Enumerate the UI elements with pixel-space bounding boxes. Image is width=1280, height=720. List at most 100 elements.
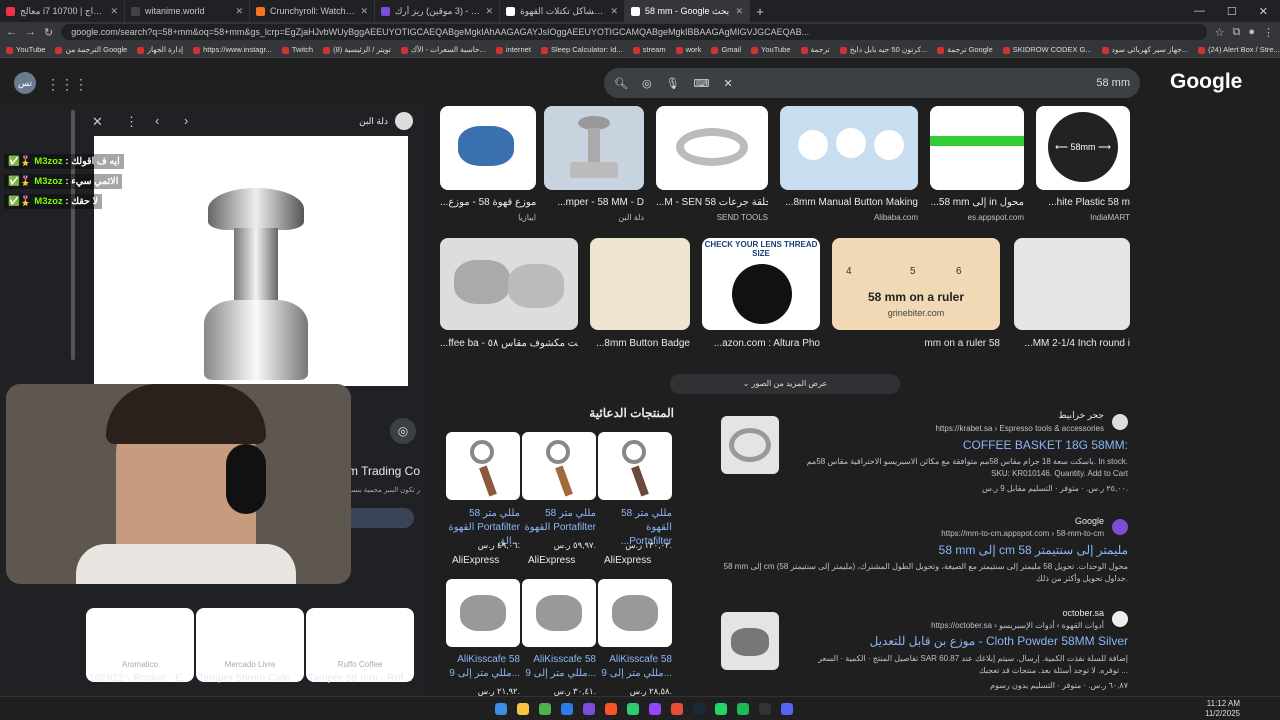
edge-icon[interactable] [561,702,573,715]
product-card[interactable] [598,432,672,500]
tab-2[interactable]: Crunchyroll: Watch Popular Anime✕ [250,0,375,22]
clear-icon[interactable]: ✕ [723,77,732,90]
related-product-image[interactable] [306,608,414,682]
menu-icon[interactable]: ⋮ [1263,26,1274,39]
tab-0[interactable]: معالج i7 10700 | موقع حراج✕ [0,0,125,22]
app-icon[interactable] [759,702,771,715]
minimize-icon[interactable]: — [1194,5,1205,18]
windows-start-icon[interactable] [495,702,507,715]
reload-icon[interactable]: ↻ [44,26,53,39]
image-result[interactable] [930,106,1024,190]
image-result[interactable]: ⟵ 58mm ⟶ [1036,106,1130,190]
extensions-icon[interactable]: ⧉ [1232,26,1240,39]
bookmark-item[interactable]: internet [495,45,531,54]
preview-image[interactable] [94,136,408,386]
close-window-icon[interactable]: ✕ [1259,5,1268,18]
image-result[interactable] [440,106,536,190]
result-thumbnail[interactable] [721,416,779,474]
next-icon[interactable]: › [184,113,188,128]
spotify-icon[interactable] [737,702,749,715]
source-site[interactable]: دلة البن [300,116,388,127]
image-result[interactable] [656,106,768,190]
clock[interactable]: 11:12 AM 11/2/2025 [1205,699,1280,719]
whatsapp-icon[interactable] [715,702,727,715]
chrome-icon[interactable] [539,702,551,715]
image-result[interactable] [780,106,918,190]
bookmark-item[interactable]: YouTube [6,45,45,54]
bookmark-item[interactable]: حاسبة السعرات - الأك... [400,45,486,54]
close-icon[interactable]: ✕ [610,6,618,17]
tab-3[interactable]: انقليشمن ماك - (3 موقين) ريز أرك✕ [375,0,500,22]
lens-icon[interactable]: ◎ [642,77,652,90]
close-icon[interactable]: ✕ [235,6,243,17]
close-icon[interactable]: ✕ [360,6,368,17]
product-card[interactable] [446,432,520,500]
bookmark-item[interactable]: ترجمة Google [937,45,993,54]
search-icon[interactable]: 🔍︎ [614,77,628,90]
google-logo[interactable]: Google [1170,70,1242,94]
discord-icon[interactable] [781,702,793,715]
twitch-icon[interactable] [649,702,661,715]
more-options-icon[interactable]: ⋮ [125,114,138,130]
app-icon[interactable] [627,702,639,715]
close-icon[interactable]: ✕ [485,6,493,17]
forward-icon[interactable]: → [25,26,36,38]
profile-icon[interactable]: ● [1248,26,1255,38]
result-thumbnail[interactable] [721,612,779,670]
bookmark-icon [281,46,289,54]
microphone-icon[interactable]: 🎙︎ [666,77,680,90]
keyboard-icon[interactable]: ⌨ [694,77,710,90]
app-icon[interactable] [671,702,683,715]
bookmark-item[interactable]: https://www.instagr... [193,45,272,54]
star-icon[interactable]: ☆ [1215,26,1225,39]
bookmark-item[interactable]: Sleep Calculator: Id... [540,45,623,54]
bookmark-item[interactable]: تويتر / الرئيسية (8) [323,45,391,54]
product-card[interactable] [446,579,520,647]
bookmark-item[interactable]: جهاز سير كهربائي سود... [1101,45,1188,54]
bookmark-item[interactable]: SKIDROW CODEX G... [1002,45,1092,54]
avatar[interactable]: تس [14,72,36,94]
image-result[interactable]: 4 5 6 58 mm on a ruler grinebiter.com [832,238,1000,330]
image-result[interactable] [544,106,644,190]
steam-icon[interactable] [693,702,705,715]
previous-icon[interactable]: ‹ [155,113,159,128]
close-icon[interactable]: ✕ [110,6,118,17]
bookmark-item[interactable]: ترجمة [800,45,830,54]
image-result[interactable] [1014,238,1130,330]
apps-grid-icon[interactable]: ⋮⋮⋮ [46,76,88,93]
show-more-images-button[interactable]: ⌄ عرض المزيد من الصور [670,374,900,394]
bookmark-item[interactable]: كرتون 50 حيه بابل دايخ... [839,45,927,54]
bookmark-item[interactable]: (24) Alert Box / Stre... [1198,45,1280,54]
lens-search-icon[interactable]: ◎ [390,418,416,444]
maximize-icon[interactable]: ☐ [1227,5,1237,18]
bookmark-item[interactable]: إدارة الجهاز [137,45,183,54]
bookmark-item[interactable]: stream [632,45,666,54]
bookmark-item[interactable]: الترجمة من Google [55,45,127,54]
scrollbar[interactable] [71,110,75,360]
tab-4[interactable]: مشاكل تكتلات القهوة - Google بحث✕ [500,0,625,22]
image-result[interactable]: CHECK YOUR LENS THREAD SIZE [702,238,820,330]
close-icon[interactable]: ✕ [735,6,743,17]
image-result[interactable] [590,238,690,330]
related-product-image[interactable] [196,608,304,682]
image-result[interactable] [440,238,578,330]
product-card[interactable] [598,579,672,647]
back-icon[interactable]: ← [6,26,17,38]
bookmark-item[interactable]: work [675,45,701,54]
bookmark-item[interactable]: Gmail [711,45,741,54]
app-icon[interactable] [583,702,595,715]
close-icon[interactable]: ✕ [92,114,103,130]
url-field[interactable]: google.com/search?q=58+mm&oq=58+mm&gs_lc… [61,24,1207,40]
file-explorer-icon[interactable] [517,702,529,715]
related-product-image[interactable] [86,608,194,682]
bookmark-item[interactable]: Twitch [281,45,313,54]
new-tab-button[interactable]: + [750,4,770,19]
brave-icon[interactable] [605,702,617,715]
search-query[interactable]: 58 mm [1096,77,1130,89]
tab-1[interactable]: witanime.world ✕ [125,0,250,22]
tab-5[interactable]: 58 mm - Google بحث ✕ [625,0,750,22]
bookmark-item[interactable]: YouTube [751,45,791,54]
product-card[interactable] [522,432,596,500]
product-card[interactable] [522,579,596,647]
search-box[interactable]: 🔍︎ ◎ 🎙︎ ⌨ ✕ 58 mm [604,68,1140,98]
